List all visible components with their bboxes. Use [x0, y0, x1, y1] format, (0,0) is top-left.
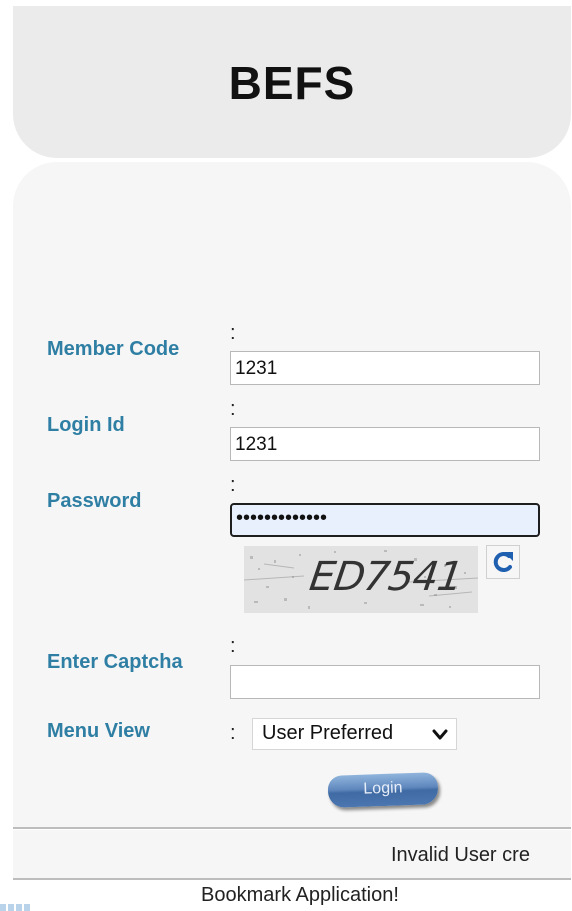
refresh-captcha-button[interactable] [486, 545, 520, 579]
password-input[interactable]: ••••••••••••• [230, 503, 540, 537]
menu-view-select[interactable]: User Preferred [252, 718, 457, 750]
menu-view-selected: User Preferred [262, 722, 394, 744]
header-panel: BEFS [13, 6, 571, 158]
status-message: Invalid User cre [391, 844, 530, 866]
captcha-image: ED7541 [244, 546, 478, 613]
password-colon: : [230, 474, 236, 496]
enter-captcha-label: Enter Captcha [47, 651, 183, 673]
member-code-colon: : [230, 322, 236, 344]
divider-top [13, 827, 571, 829]
login-page: BEFS Member Code : 1231 Login Id : 1231 … [0, 0, 572, 911]
login-id-label: Login Id [47, 414, 125, 436]
member-code-input[interactable]: 1231 [230, 351, 540, 385]
password-label: Password [47, 490, 142, 512]
login-button[interactable]: Login [327, 772, 439, 808]
menu-view-colon: : [230, 722, 236, 744]
status-message-bar: Invalid User cre [13, 830, 571, 878]
login-id-input[interactable]: 1231 [230, 427, 540, 461]
chevron-down-icon [432, 729, 448, 740]
member-code-label: Member Code [47, 338, 180, 360]
app-title: BEFS [228, 57, 356, 109]
decorative-strip [0, 901, 110, 911]
enter-captcha-colon: : [230, 635, 236, 657]
bookmark-application-link[interactable]: Bookmark Application! [170, 884, 430, 907]
divider-bottom [13, 878, 571, 880]
enter-captcha-input[interactable] [230, 665, 540, 699]
captcha-text: ED7541 [306, 554, 466, 600]
menu-view-label: Menu View [47, 720, 150, 742]
login-id-colon: : [230, 398, 236, 420]
refresh-icon [493, 552, 513, 573]
